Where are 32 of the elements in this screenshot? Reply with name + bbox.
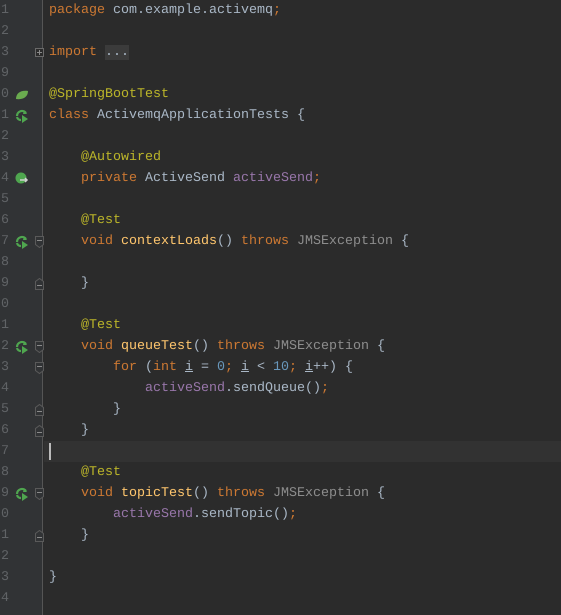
collapse-icon[interactable] [35,340,44,352]
run-test-icon[interactable] [15,108,29,122]
text-cursor [49,443,51,460]
code-line: activeSend.sendTopic(); [112,506,297,524]
code-line: @Autowired [80,149,161,167]
code-line: } [80,275,89,293]
code-line: void queueTest() throws JMSException { [80,338,385,356]
run-test-icon[interactable] [15,340,29,354]
code-line: package com.example.activemq; [49,2,281,20]
run-test-icon[interactable] [15,486,29,500]
code-line: } [80,527,89,545]
collapse-icon[interactable] [35,236,44,248]
code-line: for (int i = 0; i < 10; i++) { [112,359,353,377]
code-line: } [49,569,57,587]
code-line: } [80,422,89,440]
code-line: import ... [49,44,129,62]
code-line: private ActiveSend activeSend; [80,170,321,188]
expand-icon[interactable] [35,48,44,57]
code-line: class ActivemqApplicationTests { [49,107,305,125]
code-line: } [112,401,121,419]
code-line: @Test [80,317,121,335]
code-line: activeSend.sendQueue(); [144,380,329,398]
code-line: void topicTest() throws JMSException { [80,485,385,503]
code-line: @Test [80,464,121,482]
code-line: void contextLoads() throws JMSException { [80,233,409,251]
code-line: @Test [80,212,121,230]
collapse-icon[interactable] [35,362,44,374]
bean-icon[interactable] [15,172,29,185]
leaf-icon[interactable] [15,90,29,100]
collapse-icon[interactable] [35,488,44,500]
code-line: @SpringBootTest [49,86,169,104]
run-test-icon[interactable] [15,234,29,248]
